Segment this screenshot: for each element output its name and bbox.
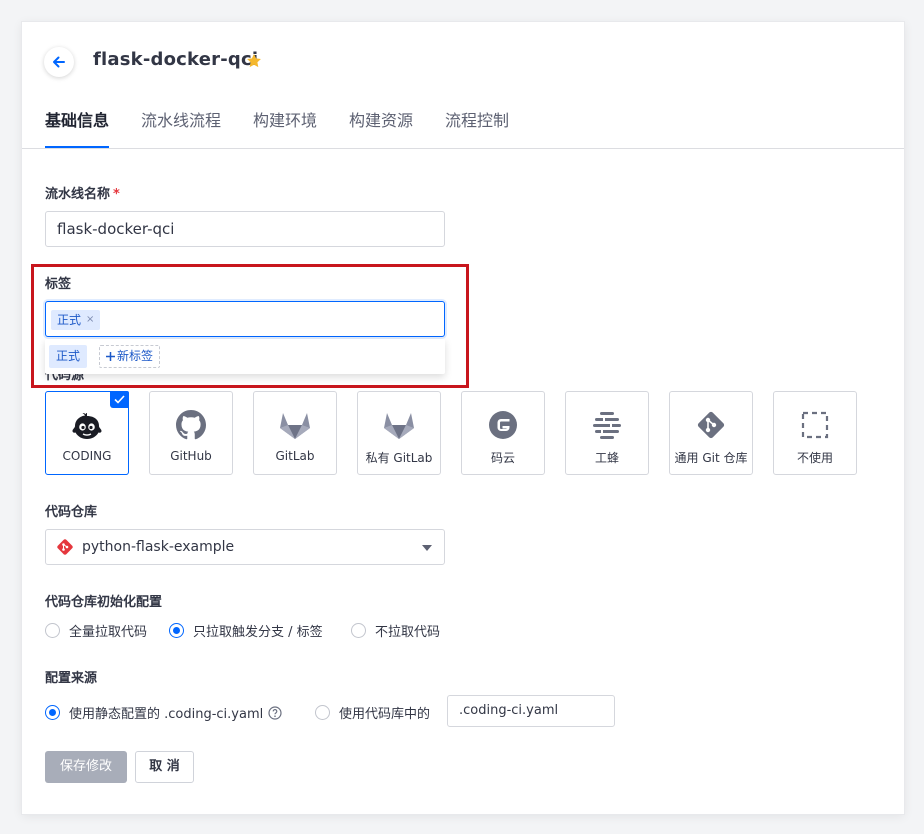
source-name: 工蜂 — [594, 451, 619, 465]
source-card-coding[interactable]: CODING — [45, 391, 129, 475]
radio-option-trigger-branch[interactable]: 只拉取触发分支 / 标签 — [169, 621, 323, 640]
arrow-left-icon — [53, 56, 65, 68]
repo-label: 代码仓库 — [45, 505, 98, 520]
star-icon[interactable] — [246, 53, 262, 69]
radio-label: 使用静态配置的 .coding-ci.yaml — [69, 707, 264, 722]
checkmark-icon — [110, 391, 129, 408]
source-card-github[interactable]: GitHub — [149, 391, 233, 475]
radio-label: 不拉取代码 — [375, 625, 441, 640]
repo-value: python-flask-example — [82, 539, 235, 555]
tab-build-resources[interactable]: 构建资源 — [349, 108, 413, 148]
source-name: CODING — [62, 449, 112, 463]
radio-option-no-pull[interactable]: 不拉取代码 — [351, 621, 440, 640]
config-source-label: 配置来源 — [45, 671, 98, 686]
repo-config-file-input[interactable]: .coding-ci.yaml — [447, 695, 615, 727]
tab-bar: 基础信息 流水线流程 构建环境 构建资源 流程控制 — [22, 108, 904, 149]
radio-label: 只拉取触发分支 / 标签 — [193, 625, 323, 640]
gitee-icon — [488, 408, 518, 442]
source-card-gitee[interactable]: 码云 — [461, 391, 545, 475]
required-mark: * — [113, 187, 120, 202]
source-card-tgit[interactable]: 工蜂 — [565, 391, 649, 475]
repo-select[interactable]: python-flask-example — [45, 529, 445, 565]
caret-down-icon — [422, 545, 432, 551]
coding-icon — [70, 408, 104, 442]
radio-button[interactable] — [45, 705, 60, 720]
radio-label: 使用代码库中的 — [339, 707, 431, 722]
source-name: 码云 — [490, 451, 515, 465]
git-icon — [696, 408, 726, 442]
back-button[interactable] — [44, 47, 74, 77]
github-icon — [176, 408, 206, 442]
radio-button[interactable] — [169, 623, 184, 638]
source-name: 不使用 — [796, 451, 833, 465]
tab-basic-info[interactable]: 基础信息 — [45, 108, 110, 148]
source-card-private-gitlab[interactable]: 私有 GitLab — [357, 391, 441, 475]
radio-button[interactable] — [315, 705, 330, 720]
source-name: GitLab — [275, 449, 315, 463]
private-gitlab-icon — [383, 408, 415, 442]
page-title: flask-docker-qci — [93, 49, 259, 70]
source-card-generic-git[interactable]: 通用 Git 仓库 — [669, 391, 753, 475]
tab-pipeline-flow[interactable]: 流水线流程 — [141, 108, 221, 148]
cancel-button[interactable]: 取 消 — [135, 751, 194, 783]
radio-label: 全量拉取代码 — [69, 625, 148, 640]
pipeline-name-label: 流水线名称 * — [45, 187, 120, 202]
tgit-icon — [591, 408, 623, 442]
radio-button[interactable] — [351, 623, 366, 638]
source-card-gitlab[interactable]: GitLab — [253, 391, 337, 475]
help-icon[interactable] — [268, 705, 282, 720]
coding-repo-icon — [57, 539, 73, 555]
source-card-none[interactable]: 不使用 — [773, 391, 857, 475]
source-name: 私有 GitLab — [365, 451, 433, 465]
tab-flow-control[interactable]: 流程控制 — [445, 108, 509, 148]
radio-button[interactable] — [45, 623, 60, 638]
none-icon — [801, 408, 829, 442]
pipeline-name-input[interactable]: flask-docker-qci — [45, 211, 445, 247]
init-config-label: 代码仓库初始化配置 — [45, 595, 163, 610]
radio-option-full-pull[interactable]: 全量拉取代码 — [45, 621, 147, 640]
source-name: 通用 Git 仓库 — [674, 451, 748, 465]
gitlab-icon — [279, 408, 311, 442]
tab-build-env[interactable]: 构建环境 — [253, 108, 317, 148]
radio-option-repo-config[interactable]: 使用代码库中的 — [315, 703, 430, 722]
annotation-highlight-box — [31, 264, 469, 388]
save-button[interactable]: 保存修改 — [45, 751, 127, 783]
radio-option-static-config[interactable]: 使用静态配置的 .coding-ci.yaml — [45, 703, 282, 722]
source-name: GitHub — [170, 449, 212, 463]
